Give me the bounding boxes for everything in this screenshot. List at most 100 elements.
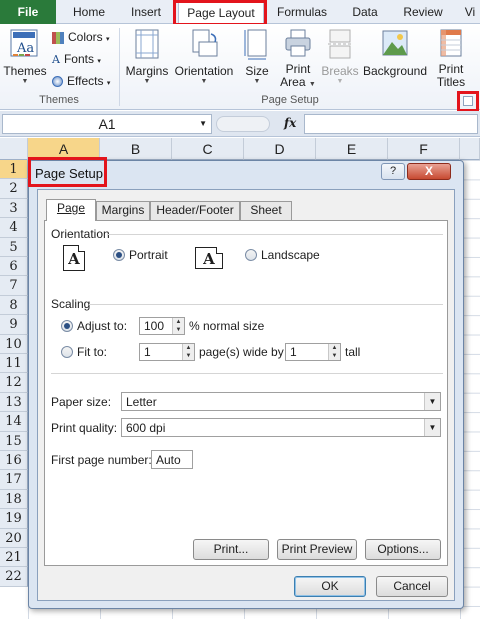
name-box[interactable]: A1 ▼ (2, 114, 212, 134)
name-box-value: A1 (98, 116, 116, 132)
help-button[interactable]: ? (381, 163, 405, 180)
row-header-17[interactable]: 17 (0, 470, 28, 490)
tab-view[interactable]: Vi (460, 2, 480, 24)
row-header-11[interactable]: 11 (0, 354, 28, 374)
row-header-2[interactable]: 2 (0, 179, 28, 199)
section-divider (107, 234, 443, 235)
tab-sheet[interactable]: Sheet (240, 201, 292, 220)
row-header-3[interactable]: 3 (0, 198, 28, 219)
stepper-arrows-icon[interactable]: ▲ ▼ (182, 344, 194, 360)
select-all-corner[interactable] (0, 138, 28, 160)
row-header-13[interactable]: 13 (0, 392, 28, 413)
column-header-e[interactable]: E (316, 138, 388, 160)
tab-page-layout[interactable]: Page Layout (178, 2, 264, 24)
landscape-page-icon: A (195, 247, 223, 269)
row-header-22[interactable]: 22 (0, 567, 28, 587)
fit-wide-stepper[interactable]: 1 ▲ ▼ (139, 343, 195, 361)
size-dropdown-icon: ▼ (253, 78, 261, 85)
row-header-7[interactable]: 7 (0, 276, 28, 296)
close-button[interactable]: X (407, 163, 451, 180)
fonts-button[interactable]: A Fonts ▾ (52, 50, 101, 68)
background-button[interactable]: Background (362, 28, 428, 78)
landscape-label[interactable]: Landscape (261, 248, 320, 262)
tab-header-footer[interactable]: Header/Footer (150, 201, 240, 220)
cancel-button[interactable]: Cancel (376, 576, 448, 597)
effects-button[interactable]: Effects ▾ (52, 72, 110, 90)
tab-home[interactable]: Home (64, 2, 114, 24)
page-setup-dialog-launcher-icon[interactable] (463, 96, 473, 106)
row-header-14[interactable]: 14 (0, 412, 28, 432)
orientation-dropdown-icon: ▼ (200, 78, 208, 85)
tab-review[interactable]: Review (396, 2, 450, 24)
row-header-10[interactable]: 10 (0, 334, 28, 354)
size-button[interactable]: Size ▼ (240, 28, 274, 86)
chevron-down-icon[interactable]: ▼ (424, 419, 440, 436)
fit-wide-value: 1 (144, 345, 151, 359)
breaks-button[interactable]: Breaks ▼ (320, 28, 360, 86)
size-icon (244, 29, 267, 60)
paper-size-select[interactable]: Letter ▼ (121, 392, 441, 411)
column-header-f[interactable]: F (388, 138, 460, 160)
row-header-4[interactable]: 4 (0, 218, 28, 238)
portrait-label[interactable]: Portrait (129, 248, 168, 262)
row-header-6[interactable]: 6 (0, 257, 28, 277)
tab-page[interactable]: Page (46, 199, 96, 221)
fit-to-label[interactable]: Fit to: (77, 345, 107, 359)
print-area-dropdown-icon: ▼ (308, 81, 316, 88)
print-preview-button[interactable]: Print Preview (277, 539, 357, 560)
print-quality-label: Print quality: (51, 421, 118, 435)
row-header-19[interactable]: 19 (0, 509, 28, 529)
print-area-button[interactable]: Print Area ▼ (280, 28, 316, 89)
print-quality-select[interactable]: 600 dpi ▼ (121, 418, 441, 437)
print-button[interactable]: Print... (193, 539, 269, 560)
row-header-1[interactable]: 1 (0, 160, 28, 180)
margins-dropdown-icon: ▼ (143, 78, 151, 85)
tab-margins[interactable]: Margins (96, 201, 150, 220)
margins-button[interactable]: Margins ▼ (124, 28, 170, 86)
column-header-c[interactable]: C (172, 138, 244, 160)
options-button[interactable]: Options... (365, 539, 441, 560)
adjust-to-label[interactable]: Adjust to: (77, 319, 127, 333)
orientation-button[interactable]: Orientation ▼ (172, 28, 236, 86)
tab-insert[interactable]: Insert (120, 2, 172, 24)
first-page-number-input[interactable]: Auto (151, 450, 193, 469)
ok-button[interactable]: OK (294, 576, 366, 597)
tab-data[interactable]: Data (340, 2, 390, 24)
insert-function-icon[interactable]: fx (284, 116, 296, 130)
breaks-icon (328, 29, 352, 59)
row-header-16[interactable]: 16 (0, 451, 28, 471)
size-label: Size (245, 64, 269, 78)
stepper-arrows-icon[interactable]: ▲ ▼ (328, 344, 340, 360)
row-header-9[interactable]: 9 (0, 315, 28, 335)
column-header-a[interactable]: A (28, 138, 100, 160)
themes-button[interactable]: Aa Themes ▼ (2, 28, 48, 86)
paper-size-value: Letter (126, 395, 157, 409)
row-header-18[interactable]: 18 (0, 489, 28, 510)
column-header-b[interactable]: B (100, 138, 172, 160)
print-quality-value: 600 dpi (126, 421, 166, 435)
row-header-21[interactable]: 21 (0, 548, 28, 568)
row-header-8[interactable]: 8 (0, 295, 28, 316)
adjust-to-radio[interactable] (61, 320, 73, 332)
name-box-dropdown-icon[interactable]: ▼ (199, 115, 207, 133)
fit-tall-stepper[interactable]: 1 ▲ ▼ (285, 343, 341, 361)
formula-input[interactable] (304, 114, 478, 134)
row-header-15[interactable]: 15 (0, 431, 28, 451)
fit-to-radio[interactable] (61, 346, 73, 358)
colors-button[interactable]: Colors ▾ (52, 28, 110, 46)
column-header-next[interactable] (460, 138, 480, 160)
tab-formulas[interactable]: Formulas (270, 2, 334, 24)
row-header-12[interactable]: 12 (0, 373, 28, 393)
row-header-5[interactable]: 5 (0, 237, 28, 257)
stepper-arrows-icon[interactable]: ▲ ▼ (172, 318, 184, 334)
landscape-radio[interactable] (245, 249, 257, 261)
column-header-d[interactable]: D (244, 138, 316, 160)
tab-file[interactable]: File (0, 0, 56, 24)
chevron-down-icon[interactable]: ▼ (424, 393, 440, 410)
print-titles-button[interactable]: Print Titles (432, 28, 470, 89)
row-header-20[interactable]: 20 (0, 528, 28, 548)
portrait-radio[interactable] (113, 249, 125, 261)
page-setup-dialog: Page Setup ? X Page Margins Header/Foote… (28, 160, 464, 609)
breaks-label: Breaks (321, 64, 359, 78)
adjust-to-stepper[interactable]: 100 ▲ ▼ (139, 317, 185, 335)
